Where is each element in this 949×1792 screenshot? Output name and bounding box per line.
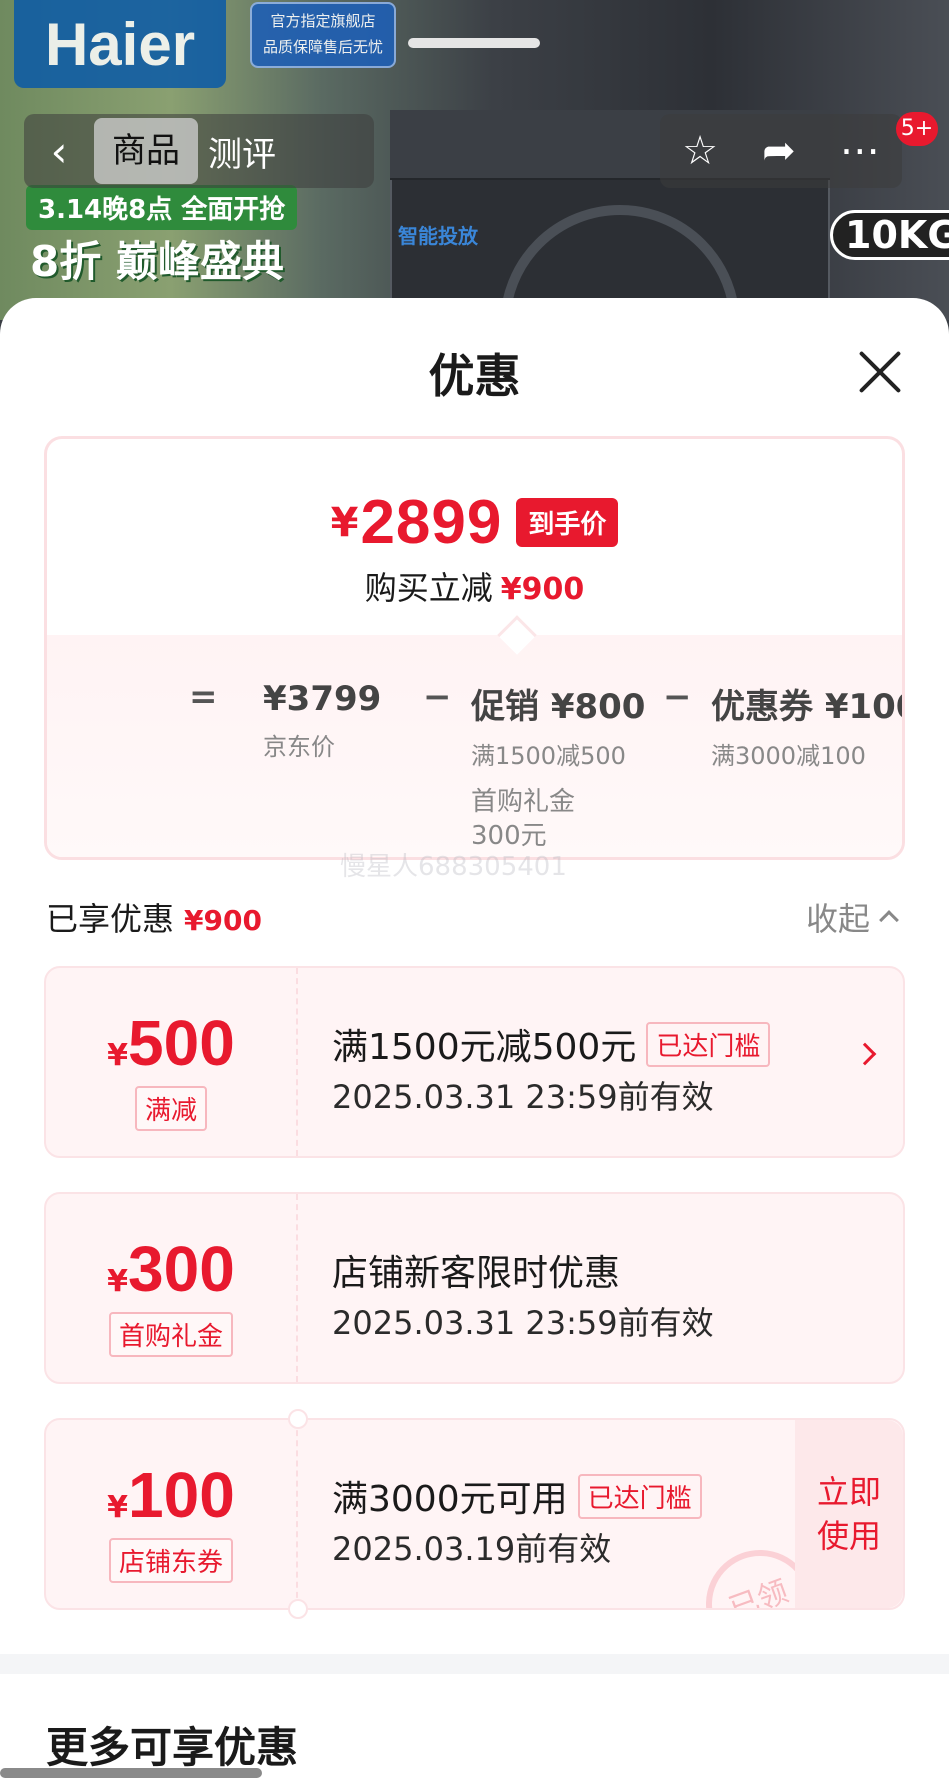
close-icon[interactable]: [848, 340, 912, 404]
minus-sign: −: [423, 677, 452, 717]
star-icon[interactable]: ☆: [682, 128, 718, 174]
discount-sheet: 优惠 ¥ 2899 到手价 购买立减 ¥900 = ¥3799 京东价 − 促销 …: [0, 298, 949, 1792]
smart-dosing-label: 智能投放: [398, 224, 478, 248]
reduce-line: 购买立减 ¥900: [364, 569, 585, 607]
store-badge: 官方指定旗舰店 品质保障售后无忧: [250, 2, 396, 68]
sheet-title: 优惠: [428, 349, 521, 403]
promo-col: 促销 ¥800 满1500减500 首购礼金 300元: [471, 687, 646, 851]
drag-handle[interactable]: [408, 38, 540, 48]
promo-banner-line1: 3.14晚8点 全面开抢: [26, 185, 298, 230]
more-discounts-title: 更多可享优惠: [46, 1723, 299, 1772]
price-summary-card: ¥ 2899 到手价 购买立减 ¥900 = ¥3799 京东价 − 促销 ¥80…: [44, 436, 905, 860]
minus-sign: −: [663, 677, 692, 717]
final-price: ¥ 2899 到手价: [47, 487, 902, 558]
coupon-col: 优惠券 ¥100 满3000减100: [711, 687, 905, 770]
coupon-card[interactable]: ¥100 店铺东券 满3000元可用 已达门槛 2025.03.19前有效 已领 …: [44, 1409, 905, 1619]
chevron-right-icon[interactable]: [853, 1042, 877, 1066]
top-tab-bar: ‹ 商品 测评: [24, 114, 374, 188]
home-indicator: [0, 1768, 262, 1778]
section-divider: [0, 1654, 949, 1674]
coupon-kind-badge: 店铺东券: [108, 1538, 234, 1583]
tab-product[interactable]: 商品: [94, 118, 198, 184]
collapse-button[interactable]: 收起: [806, 894, 899, 940]
coupon-kind-badge: 满减: [134, 1086, 208, 1131]
capacity-badge: 10KG: [830, 210, 949, 260]
coupon-title: 满1500元减500元 已达门槛: [332, 1018, 771, 1070]
cart-count-badge: 5+: [896, 112, 938, 146]
tab-review[interactable]: 测评: [198, 127, 286, 176]
reduce-amount: ¥900: [500, 572, 585, 607]
promo-banner-line2: 8折 巅峰盛典: [30, 237, 284, 286]
threshold-reached-badge: 已达门槛: [646, 1022, 771, 1067]
more-icon[interactable]: ⋯: [840, 128, 880, 174]
enjoyed-amount: ¥900: [184, 904, 262, 937]
coupon-validity: 2025.03.31 23:59前有效: [332, 1304, 714, 1342]
coupon-validity: 2025.03.31 23:59前有效: [332, 1078, 714, 1116]
coupon-card[interactable]: ¥300 首购礼金 店铺新客限时优惠 2025.03.31 23:59前有效: [44, 1192, 905, 1384]
chevron-up-icon: [879, 910, 899, 930]
use-now-button[interactable]: 立即 使用: [795, 1420, 903, 1608]
brand-logo: Haier: [14, 0, 226, 88]
coupon-value: ¥100: [107, 1459, 235, 1531]
coupon-value: ¥500: [107, 1007, 235, 1079]
coupon-value: ¥300: [107, 1233, 235, 1305]
watermark: 慢星人6883054​01: [340, 852, 567, 882]
coupon-title: 店铺新客限时优惠: [332, 1253, 621, 1294]
back-arrow-icon[interactable]: ‹: [24, 127, 94, 176]
coupon-title: 满3000元可用 已达门槛: [332, 1470, 702, 1522]
jd-price-col: ¥3799 京东价: [263, 679, 382, 761]
share-icon[interactable]: ➦: [762, 128, 796, 174]
enjoyed-discount: 已享优惠 ¥900: [46, 900, 262, 938]
threshold-reached-badge: 已达门槛: [577, 1474, 702, 1519]
coupon-card[interactable]: ¥500 满减 满1500元减500元 已达门槛 2025.03.31 23:59…: [44, 966, 905, 1158]
final-price-value: 2899: [360, 488, 503, 557]
coupon-kind-badge: 首购礼金: [108, 1312, 234, 1357]
coupon-validity: 2025.03.19前有效: [332, 1530, 612, 1568]
top-actions: ☆ ➦ ⋯: [660, 114, 902, 188]
equals-sign: =: [189, 677, 218, 717]
final-price-tag: 到手价: [516, 498, 619, 547]
